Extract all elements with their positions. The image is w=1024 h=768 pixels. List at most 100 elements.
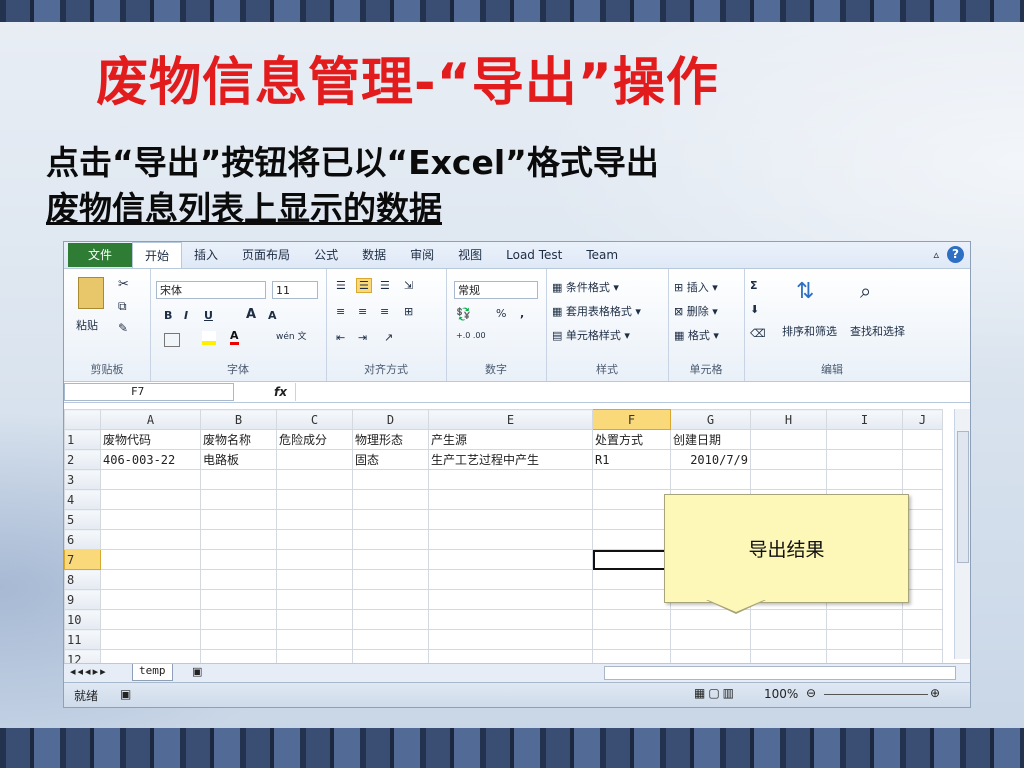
tab-data[interactable]: 数据	[350, 242, 398, 268]
grid-cell[interactable]	[352, 469, 429, 490]
grid-cell[interactable]	[200, 469, 277, 490]
phonetic-button[interactable]: wén 文	[276, 329, 306, 342]
grid-cell[interactable]	[428, 489, 593, 510]
tab-review[interactable]: 审阅	[398, 242, 446, 268]
cell-styles-button[interactable]: ▤ 单元格样式 ▾	[552, 327, 630, 343]
grid-cell[interactable]: 创建日期	[670, 429, 751, 450]
copy-icon[interactable]: ⧉	[118, 299, 127, 314]
grid-cell[interactable]	[750, 469, 827, 490]
border-icon[interactable]	[164, 333, 180, 347]
grid-cell[interactable]: 废物名称	[200, 429, 277, 450]
grid-cell[interactable]	[352, 489, 429, 510]
grid-cell[interactable]	[592, 549, 671, 570]
tab-page-layout[interactable]: 页面布局	[230, 242, 302, 268]
grid-cell[interactable]: 产生源	[428, 429, 593, 450]
macro-record-icon[interactable]: ▣	[120, 687, 131, 701]
ribbon-minimize-icon[interactable]: ▵	[933, 248, 939, 261]
column-header[interactable]: J	[902, 409, 943, 430]
grid-cell[interactable]: 危险成分	[276, 429, 353, 450]
grid-cell[interactable]	[352, 629, 429, 650]
grid-cell[interactable]	[200, 549, 277, 570]
column-header[interactable]: D	[352, 409, 429, 430]
grid-cell[interactable]	[200, 569, 277, 590]
insert-sheet-icon[interactable]: ▣	[192, 665, 202, 678]
font-family-select[interactable]: 宋体	[156, 281, 266, 299]
grid-cell[interactable]	[100, 469, 201, 490]
grid-cell[interactable]	[352, 569, 429, 590]
row-header[interactable]: 10	[64, 609, 101, 630]
format-painter-icon[interactable]: ✎	[118, 321, 128, 335]
tab-insert[interactable]: 插入	[182, 242, 230, 268]
vertical-scrollbar[interactable]	[954, 409, 970, 659]
zoom-slider[interactable]	[824, 694, 928, 695]
grid-cell[interactable]	[826, 609, 903, 630]
grid-cell[interactable]	[200, 629, 277, 650]
grid-cell[interactable]	[276, 609, 353, 630]
align-top-icon[interactable]: ☰	[336, 279, 346, 292]
grid-cell[interactable]	[592, 609, 671, 630]
grid-cell[interactable]	[670, 629, 751, 650]
column-header[interactable]: E	[428, 409, 593, 430]
grid-cell[interactable]	[750, 429, 827, 450]
grid-cell[interactable]	[276, 509, 353, 530]
zoom-level[interactable]: 100%	[764, 687, 798, 701]
grid-cell[interactable]	[352, 509, 429, 530]
grid-cell[interactable]	[100, 629, 201, 650]
clear-icon[interactable]: ⌫	[750, 327, 766, 340]
grid-cell[interactable]	[826, 469, 903, 490]
conditional-format-button[interactable]: ▦ 条件格式 ▾	[552, 279, 619, 295]
grid-cell[interactable]	[592, 469, 671, 490]
grid-cell[interactable]: 406-003-22	[100, 449, 201, 470]
increase-decimal-button[interactable]: +.0 .00	[456, 331, 486, 340]
row-header[interactable]: 1	[64, 429, 101, 450]
grid-cell[interactable]	[592, 589, 671, 610]
grid-cell[interactable]	[428, 589, 593, 610]
grid-cell[interactable]	[100, 589, 201, 610]
grid-cell[interactable]	[100, 549, 201, 570]
orientation-icon[interactable]: ↗	[384, 331, 393, 344]
sheet-nav-arrows-icon[interactable]: ◂◂◂▸▸	[70, 665, 108, 678]
fill-icon[interactable]: ⬇	[750, 303, 759, 316]
grid-cell[interactable]	[100, 609, 201, 630]
grid-cell[interactable]	[428, 569, 593, 590]
grid-cell[interactable]: 处置方式	[592, 429, 671, 450]
grid-cell[interactable]	[592, 529, 671, 550]
column-header[interactable]: I	[826, 409, 903, 430]
italic-button[interactable]: I	[184, 309, 188, 322]
grid-cell[interactable]	[428, 629, 593, 650]
grid-cell[interactable]	[276, 549, 353, 570]
grid-cell[interactable]	[750, 449, 827, 470]
grid-cell[interactable]	[428, 509, 593, 530]
number-format-select[interactable]: 常规	[454, 281, 538, 299]
column-header[interactable]: A	[100, 409, 201, 430]
grid-cell[interactable]	[352, 609, 429, 630]
increase-indent-icon[interactable]: ⇥	[358, 331, 367, 344]
row-header[interactable]: 11	[64, 629, 101, 650]
horizontal-scrollbar[interactable]	[604, 666, 956, 680]
zoom-in-icon[interactable]: ⊕	[930, 686, 940, 700]
align-bottom-icon[interactable]: ☰	[380, 279, 390, 292]
insert-cells-button[interactable]: ⊞ 插入 ▾	[674, 279, 718, 295]
grid-cell[interactable]	[200, 589, 277, 610]
formula-input[interactable]	[294, 383, 970, 401]
select-all-corner[interactable]	[64, 409, 101, 430]
currency-icon[interactable]: 💱	[456, 307, 471, 321]
grid-cell[interactable]	[428, 549, 593, 570]
tab-team[interactable]: Team	[574, 242, 630, 268]
column-header-selected[interactable]: F	[592, 409, 671, 430]
grid-cell[interactable]	[670, 469, 751, 490]
grid-cell[interactable]	[428, 469, 593, 490]
name-box[interactable]: F7	[64, 383, 234, 401]
grid-cell[interactable]: 废物代码	[100, 429, 201, 450]
paste-icon[interactable]	[78, 277, 104, 309]
grid-cell[interactable]	[200, 609, 277, 630]
row-header[interactable]: 6	[64, 529, 101, 550]
zoom-out-icon[interactable]: ⊖	[806, 686, 816, 700]
tab-load-test[interactable]: Load Test	[494, 242, 574, 268]
align-middle-icon[interactable]: ☰	[356, 278, 372, 293]
grid-cell[interactable]	[902, 449, 943, 470]
grid-cell[interactable]	[428, 529, 593, 550]
grid-cell[interactable]	[592, 629, 671, 650]
grid-cell[interactable]: 生产工艺过程中产生	[428, 449, 593, 470]
autosum-button[interactable]: Σ	[750, 279, 758, 292]
